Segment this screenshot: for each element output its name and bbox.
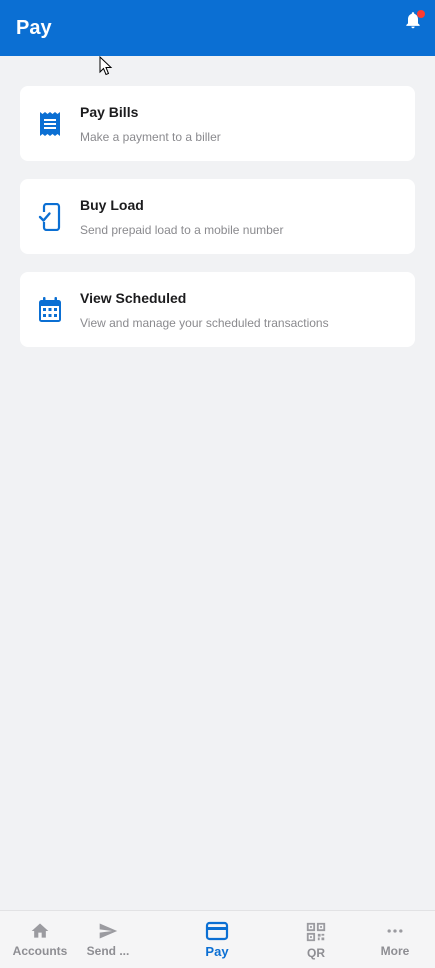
nav-label: Pay — [205, 944, 229, 959]
pay-screen: Pay Pay Bills Make a payment to a biller — [0, 0, 435, 968]
card-title: View Scheduled — [80, 290, 187, 306]
calendar-icon — [39, 297, 61, 322]
nav-label: Accounts — [12, 944, 68, 958]
notification-badge — [417, 10, 425, 18]
card-icon — [205, 921, 229, 941]
bottom-navigation: Accounts Send ... Pay QR More — [0, 910, 435, 968]
nav-item-qr[interactable]: QR — [276, 911, 356, 968]
card-subtitle: Make a payment to a biller — [80, 130, 221, 144]
card-title: Buy Load — [80, 197, 144, 213]
send-icon — [99, 923, 118, 939]
notification-button[interactable] — [403, 9, 425, 33]
page-title: Pay — [16, 16, 52, 39]
qr-icon — [306, 922, 326, 942]
receipt-icon — [40, 112, 60, 136]
nav-label: More — [380, 944, 410, 958]
nav-item-more[interactable]: More — [355, 911, 435, 968]
pay-bills-card[interactable]: Pay Bills Make a payment to a biller — [20, 86, 415, 161]
more-icon — [387, 929, 403, 933]
nav-label: Send ... — [86, 944, 130, 958]
mouse-cursor-icon — [99, 56, 113, 76]
card-title: Pay Bills — [80, 104, 139, 120]
nav-label: QR — [307, 946, 325, 960]
card-subtitle: Send prepaid load to a mobile number — [80, 223, 284, 237]
phone-check-icon — [38, 203, 61, 231]
pay-options-list: Pay Bills Make a payment to a biller Buy… — [20, 86, 415, 365]
nav-item-pay[interactable]: Pay — [177, 911, 257, 968]
app-header: Pay — [0, 0, 435, 56]
view-scheduled-card[interactable]: View Scheduled View and manage your sche… — [20, 272, 415, 347]
buy-load-card[interactable]: Buy Load Send prepaid load to a mobile n… — [20, 179, 415, 254]
card-subtitle: View and manage your scheduled transacti… — [80, 316, 329, 330]
nav-item-send[interactable]: Send ... — [68, 911, 148, 968]
home-icon — [31, 923, 49, 938]
